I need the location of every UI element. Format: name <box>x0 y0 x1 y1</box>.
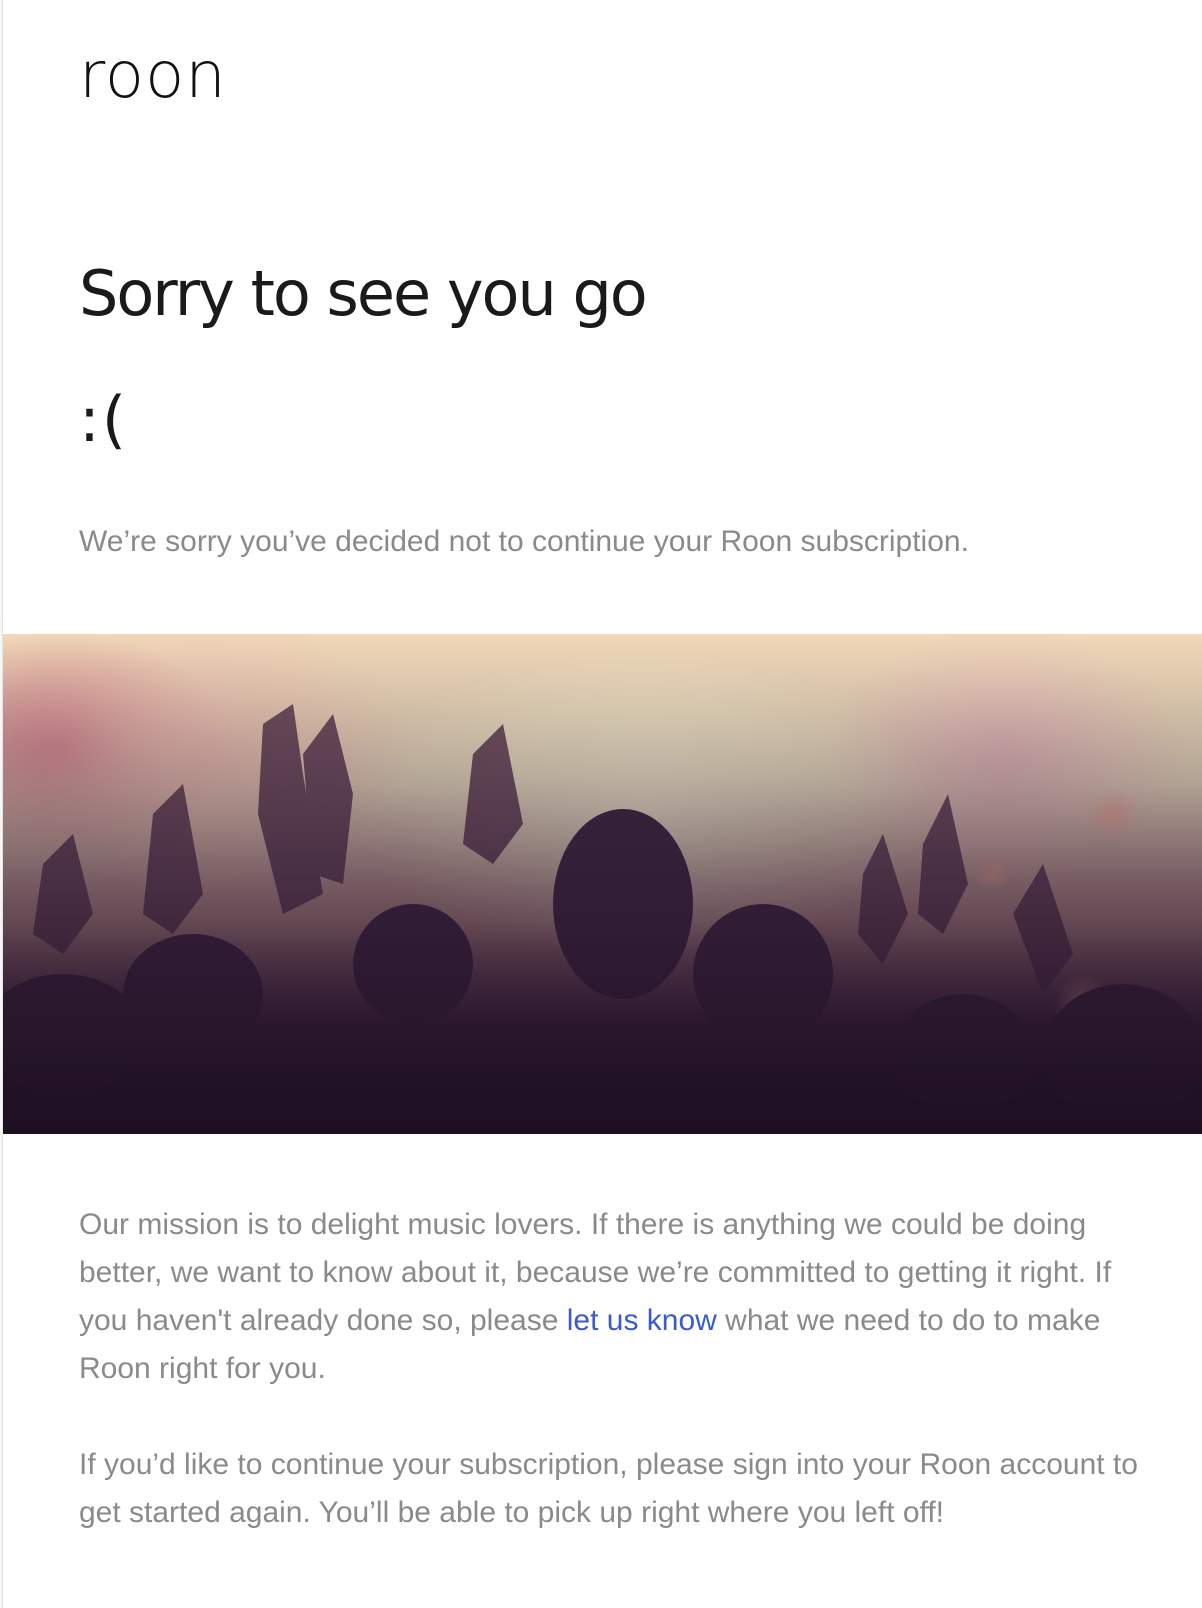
email-container: roon Sorry to see you go :( We’re sorry … <box>2 0 1202 1608</box>
sad-emoticon: :( <box>79 383 129 456</box>
mission-paragraph: Our mission is to delight music lovers. … <box>79 1201 1139 1393</box>
concert-crowd-image <box>3 634 1202 1134</box>
continue-subscription-paragraph: If you’d like to continue your subscript… <box>79 1448 1138 1529</box>
intro-text: We’re sorry you’ve decided not to contin… <box>79 525 969 558</box>
crowd-silhouette-icon <box>3 634 1202 1134</box>
roon-logo[interactable]: roon <box>79 40 227 112</box>
let-us-know-link[interactable]: let us know <box>567 1304 717 1337</box>
headline: Sorry to see you go <box>79 257 648 330</box>
